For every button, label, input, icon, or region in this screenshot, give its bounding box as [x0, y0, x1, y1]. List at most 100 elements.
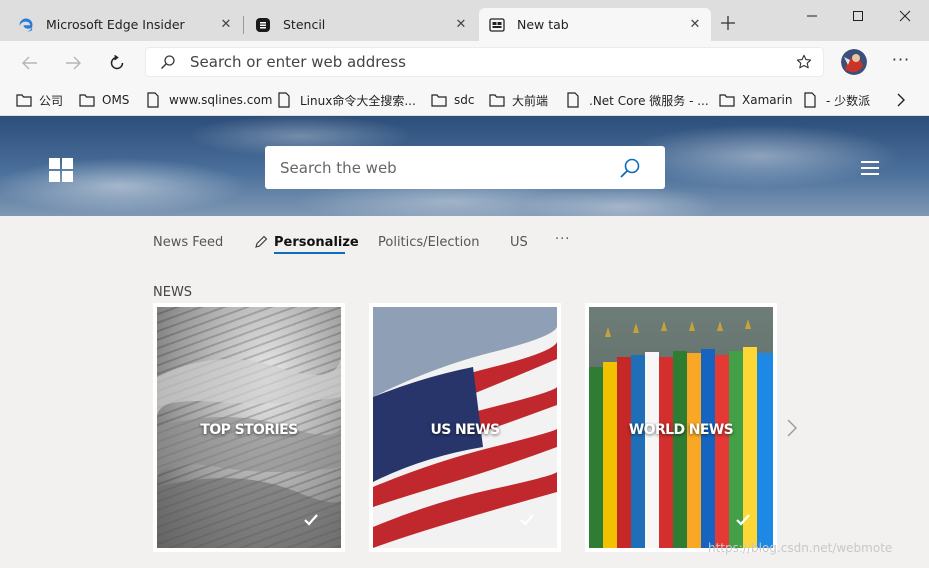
- arrow-left-icon: [22, 56, 37, 70]
- checkmark-icon[interactable]: [735, 513, 751, 527]
- card-caption: TOP STORIES: [200, 422, 298, 438]
- refresh-button[interactable]: [103, 49, 131, 77]
- page-icon: [803, 92, 819, 108]
- folder-icon: [719, 92, 735, 108]
- favorite-label: 公司: [39, 93, 64, 108]
- tab-label: Personalize: [274, 234, 359, 250]
- newtab-icon: [489, 17, 505, 33]
- minimize-icon: [807, 15, 817, 17]
- page-icon: [277, 92, 293, 108]
- favorite-item[interactable]: - 少数派: [803, 88, 870, 112]
- web-search-input[interactable]: [280, 158, 619, 177]
- settings-more-button[interactable]: ···: [888, 49, 914, 75]
- favorite-label: .Net Core 微服务 - ...: [589, 93, 709, 108]
- folder-icon: [79, 92, 95, 108]
- tab-label: New tab: [517, 17, 569, 32]
- feed-more-button[interactable]: ···: [555, 232, 570, 247]
- edge-icon: [18, 17, 34, 33]
- favorite-item[interactable]: www.sqlines.com: [146, 88, 272, 112]
- back-button[interactable]: [16, 49, 44, 77]
- tab-microsoft-edge-insider[interactable]: Microsoft Edge Insider ✕: [8, 8, 242, 41]
- favorite-label: OMS: [102, 93, 130, 107]
- refresh-icon: [110, 54, 124, 70]
- favorite-label: sdc: [454, 93, 475, 107]
- favorite-label: Linux命令大全搜索...: [300, 93, 416, 108]
- us-flag-image: US NEWS: [373, 307, 557, 548]
- search-icon: [160, 54, 180, 70]
- chevron-right-icon: [897, 93, 905, 107]
- tab-personalize[interactable]: Personalize: [254, 232, 359, 252]
- favorite-item[interactable]: OMS: [79, 88, 129, 112]
- folder-icon: [431, 92, 447, 108]
- profile-avatar[interactable]: [841, 49, 867, 75]
- maximize-icon: [853, 11, 863, 21]
- title-bar: Microsoft Edge Insider ✕ Stencil ✕ New t…: [0, 0, 929, 41]
- tab-stencil[interactable]: Stencil ✕: [245, 8, 477, 41]
- address-bar[interactable]: [145, 47, 824, 77]
- news-card-us-news[interactable]: US NEWS: [369, 303, 561, 552]
- address-toolbar: ···: [0, 41, 929, 84]
- web-search-box[interactable]: [265, 146, 665, 189]
- checkmark-icon[interactable]: [519, 513, 535, 527]
- more-horizontal-icon: ···: [891, 50, 911, 69]
- section-title: NEWS: [153, 285, 193, 300]
- tab-label: Stencil: [283, 17, 326, 32]
- close-icon: [899, 10, 911, 22]
- checkmark-icon[interactable]: [303, 513, 319, 527]
- favorite-label: - 少数派: [826, 93, 871, 108]
- card-caption: WORLD NEWS: [628, 422, 734, 438]
- forward-button[interactable]: [59, 49, 87, 77]
- card-caption: US NEWS: [430, 422, 501, 438]
- avatar-image: [841, 49, 867, 75]
- tab-label: News Feed: [153, 234, 224, 250]
- plus-icon: [721, 16, 735, 30]
- world-flags-image: WORLD NEWS: [589, 307, 773, 548]
- page-icon: [566, 92, 582, 108]
- chevron-right-icon[interactable]: [785, 418, 799, 438]
- close-tab-icon[interactable]: ✕: [451, 17, 471, 32]
- favorite-item[interactable]: Xamarin: [719, 88, 793, 112]
- arrow-right-icon: [66, 56, 81, 70]
- close-tab-icon[interactable]: ✕: [685, 17, 705, 32]
- favorite-item[interactable]: sdc: [431, 88, 474, 112]
- favorite-item[interactable]: 大前端: [489, 88, 548, 112]
- hero-banner: [0, 116, 929, 216]
- close-tab-icon[interactable]: ✕: [216, 17, 236, 32]
- close-window-button[interactable]: [882, 0, 928, 32]
- new-tab-button[interactable]: [716, 13, 740, 37]
- tab-label: US: [510, 234, 528, 250]
- maximize-button[interactable]: [835, 0, 881, 32]
- favorites-bar: 公司 OMS www.sqlines.com Linux命令大全搜索... sd…: [0, 84, 929, 116]
- favorite-label: 大前端: [512, 93, 549, 108]
- tab-separator: [243, 16, 244, 34]
- favorites-overflow-button[interactable]: [892, 90, 910, 110]
- tab-politics-election[interactable]: Politics/Election: [378, 232, 479, 252]
- stencil-icon: [255, 17, 271, 33]
- favorite-item[interactable]: Linux命令大全搜索...: [277, 88, 416, 112]
- pencil-icon: [255, 235, 268, 248]
- favorite-item[interactable]: 公司: [16, 88, 63, 112]
- tab-us[interactable]: US: [510, 232, 528, 252]
- folder-icon: [489, 92, 505, 108]
- address-input[interactable]: [190, 53, 789, 71]
- favorite-item[interactable]: .Net Core 微服务 - ...: [566, 88, 709, 112]
- favorite-star-button[interactable]: [789, 54, 819, 70]
- tab-news-feed[interactable]: News Feed: [153, 232, 223, 252]
- windows-logo-icon[interactable]: [49, 158, 73, 182]
- newspaper-image: TOP STORIES: [157, 307, 341, 548]
- minimize-button[interactable]: [789, 0, 835, 32]
- tab-new-tab[interactable]: New tab ✕: [479, 8, 711, 41]
- folder-icon: [16, 92, 32, 108]
- selected-tab-indicator: [274, 252, 345, 254]
- news-card-top-stories[interactable]: TOP STORIES: [153, 303, 345, 552]
- search-icon[interactable]: [619, 157, 643, 179]
- tab-label: Politics/Election: [378, 234, 480, 250]
- hamburger-menu-icon[interactable]: [861, 161, 881, 177]
- news-card-world-news[interactable]: WORLD NEWS: [585, 303, 777, 552]
- favorite-label: www.sqlines.com: [169, 93, 273, 107]
- watermark-text: https://blog.csdn.net/webmote: [708, 541, 893, 555]
- tab-label: Microsoft Edge Insider: [46, 17, 185, 32]
- star-icon: [796, 54, 812, 69]
- more-horizontal-icon: ···: [555, 232, 571, 247]
- page-icon: [146, 92, 162, 108]
